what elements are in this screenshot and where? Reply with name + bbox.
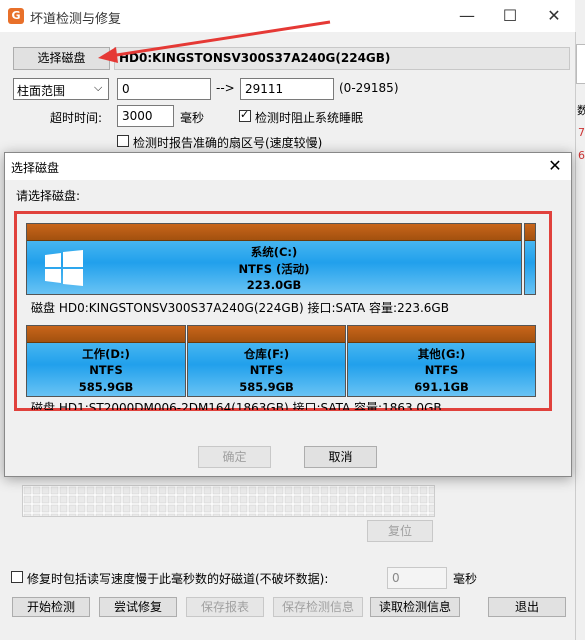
repair-slow-label: 修复时包括读写速度慢于此毫秒数的好磁道(不破坏数据): (27, 572, 329, 586)
close-icon[interactable]: ✕ (544, 6, 564, 26)
partition-work-d[interactable]: 工作(D:) NTFS 585.9GB (26, 325, 186, 397)
dialog-titlebar: 选择磁盘 ✕ (5, 153, 571, 180)
report-sector-checkbox[interactable] (117, 135, 129, 147)
partition-name: 仓库(F:) (243, 347, 290, 361)
partition-cap (27, 326, 185, 343)
partition-fs: NTFS (424, 363, 459, 377)
range-hint: (0-29185) (339, 81, 399, 95)
range-select[interactable]: 柱面范围 ⌵ (13, 78, 109, 100)
disk1-info-clip: 磁盘 HD1:ST2000DM006-2DM164(1863GB) 接口:SAT… (16, 400, 544, 410)
partition-system-c[interactable]: 系统(C:) NTFS (活动) 223.0GB (26, 223, 522, 295)
load-info-button[interactable]: 读取检测信息 (370, 597, 460, 617)
track-grid-cells (23, 486, 434, 516)
prevent-sleep-label: 检测时阻止系统睡眠 (255, 111, 364, 125)
partition-fs: NTFS (89, 363, 123, 377)
repair-slow-checkbox[interactable] (11, 571, 23, 583)
side-glyph-1: 数 (577, 104, 585, 117)
disk0-info: 磁盘 HD0:KINGSTONSV300S37A240G(224GB) 接口:S… (31, 301, 449, 315)
timeout-input[interactable]: 3000 (117, 105, 174, 127)
timeout-unit: 毫秒 (180, 111, 205, 125)
maximize-icon[interactable]: ☐ (500, 6, 520, 26)
range-arrow: --> (216, 81, 235, 95)
partition-name: 工作(D:) (82, 347, 130, 361)
try-repair-button[interactable]: 尝试修复 (99, 597, 177, 617)
side-glyph-2: 7 (578, 126, 585, 139)
disk1-info: 磁盘 HD1:ST2000DM006-2DM164(1863GB) 接口:SAT… (31, 401, 442, 410)
range-select-value: 柱面范围 (17, 84, 66, 98)
partition-fs: NTFS (活动) (238, 262, 310, 276)
range-end-input[interactable]: 29111 (240, 78, 334, 100)
timeout-label: 超时时间: (50, 111, 103, 125)
partition-size: 585.9GB (239, 380, 294, 394)
save-info-button[interactable]: 保存检测信息 (273, 597, 363, 617)
ok-button[interactable]: 确定 (198, 446, 271, 468)
partition-unallocated[interactable] (524, 223, 536, 295)
partition-fs: NTFS (249, 363, 284, 377)
side-glyph-3: 6 (578, 149, 585, 162)
annotation-arrow (98, 20, 331, 63)
dialog-prompt: 请选择磁盘: (16, 189, 81, 203)
side-panel (576, 44, 585, 84)
partition-cap (27, 224, 521, 241)
partition-name: 系统(C:) (250, 245, 298, 259)
minimize-icon[interactable]: — (457, 6, 477, 26)
partition-cap (348, 326, 535, 343)
track-grid (22, 485, 435, 517)
partition-cap (525, 224, 535, 241)
reset-button[interactable]: 复位 (367, 520, 433, 542)
report-sector-label: 检测时报告准确的扇区号(速度较慢) (133, 136, 323, 150)
select-disk-dialog: 选择磁盘 ✕ 请选择磁盘: 系统(C:) NTFS (活动) 223.0GB 磁… (4, 152, 572, 477)
dialog-close-icon[interactable]: ✕ (545, 156, 565, 175)
cancel-button[interactable]: 取消 (304, 446, 377, 468)
prevent-sleep-checkbox[interactable] (239, 108, 251, 122)
dialog-title: 选择磁盘 (11, 161, 60, 175)
repair-ms-unit: 毫秒 (453, 572, 478, 586)
partition-cap (188, 326, 345, 343)
exit-button[interactable]: 退出 (488, 597, 566, 617)
range-start-input[interactable]: 0 (117, 78, 211, 100)
save-report-button[interactable]: 保存报表 (186, 597, 264, 617)
partition-size: 691.1GB (414, 380, 469, 394)
partition-size: 585.9GB (78, 380, 134, 394)
repair-ms-input[interactable]: 0 (387, 567, 447, 589)
app-icon: G (8, 8, 24, 24)
chevron-down-icon: ⌵ (94, 81, 103, 94)
background-window-edge: 数 7 6 (575, 32, 585, 640)
partition-name: 其他(G:) (417, 347, 466, 361)
partition-other-g[interactable]: 其他(G:) NTFS 691.1GB (347, 325, 536, 397)
start-check-button[interactable]: 开始检测 (12, 597, 90, 617)
partition-storage-f[interactable]: 仓库(F:) NTFS 585.9GB (187, 325, 346, 397)
partition-size: 223.0GB (246, 278, 302, 292)
